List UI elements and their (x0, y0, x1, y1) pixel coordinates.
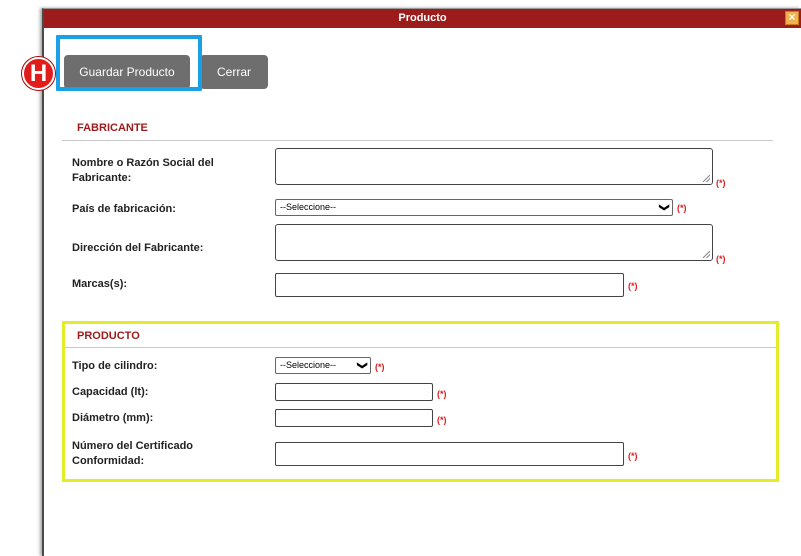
required-mark: (*) (628, 451, 638, 461)
diametro-label: Diámetro (mm): (72, 412, 154, 424)
direccion-textarea[interactable] (275, 224, 713, 261)
capacidad-input[interactable] (275, 383, 433, 401)
capacidad-label: Capacidad (lt): (72, 386, 149, 398)
tipo-cilindro-select[interactable]: --Seleccione-- ❯ (275, 357, 371, 374)
required-mark: (*) (628, 281, 638, 291)
producto-section-title: PRODUCTO (77, 330, 140, 342)
dialog-titlebar: Producto × (44, 9, 801, 28)
h-marker-badge: H (22, 57, 55, 90)
required-mark: (*) (375, 362, 385, 372)
required-mark: (*) (437, 415, 447, 425)
diametro-input[interactable] (275, 409, 433, 427)
nombre-label: Nombre o Razón Social del Fabricante: (72, 157, 214, 184)
marcas-label: Marcas(s): (72, 278, 128, 290)
required-mark: (*) (716, 254, 726, 264)
producto-divider (65, 347, 776, 348)
resize-grip-icon[interactable] (703, 175, 710, 182)
fabricante-section-title: FABRICANTE (77, 122, 148, 134)
close-icon[interactable]: × (785, 11, 799, 25)
pais-select[interactable]: --Seleccione-- ❯ (275, 199, 673, 216)
required-mark: (*) (437, 389, 447, 399)
close-button[interactable]: Cerrar (200, 55, 268, 89)
certificado-input[interactable] (275, 442, 624, 466)
nombre-fabricante-textarea[interactable] (275, 148, 713, 185)
tipo-cilindro-label: Tipo de cilindro: (72, 360, 158, 372)
required-mark: (*) (677, 203, 687, 213)
marcas-input[interactable] (275, 273, 624, 297)
direccion-label: Dirección del Fabricante: (72, 242, 204, 254)
fabricante-divider (62, 140, 773, 141)
required-mark: (*) (716, 178, 726, 188)
pais-label: País de fabricación: (72, 203, 176, 215)
dialog-title: Producto (398, 12, 447, 24)
resize-grip-icon[interactable] (703, 251, 710, 258)
certificado-label: Número del Certificado Conformidad: (72, 440, 194, 467)
chevron-down-icon: ❯ (658, 203, 670, 212)
save-button-highlight (56, 35, 202, 91)
chevron-down-icon: ❯ (356, 361, 368, 370)
